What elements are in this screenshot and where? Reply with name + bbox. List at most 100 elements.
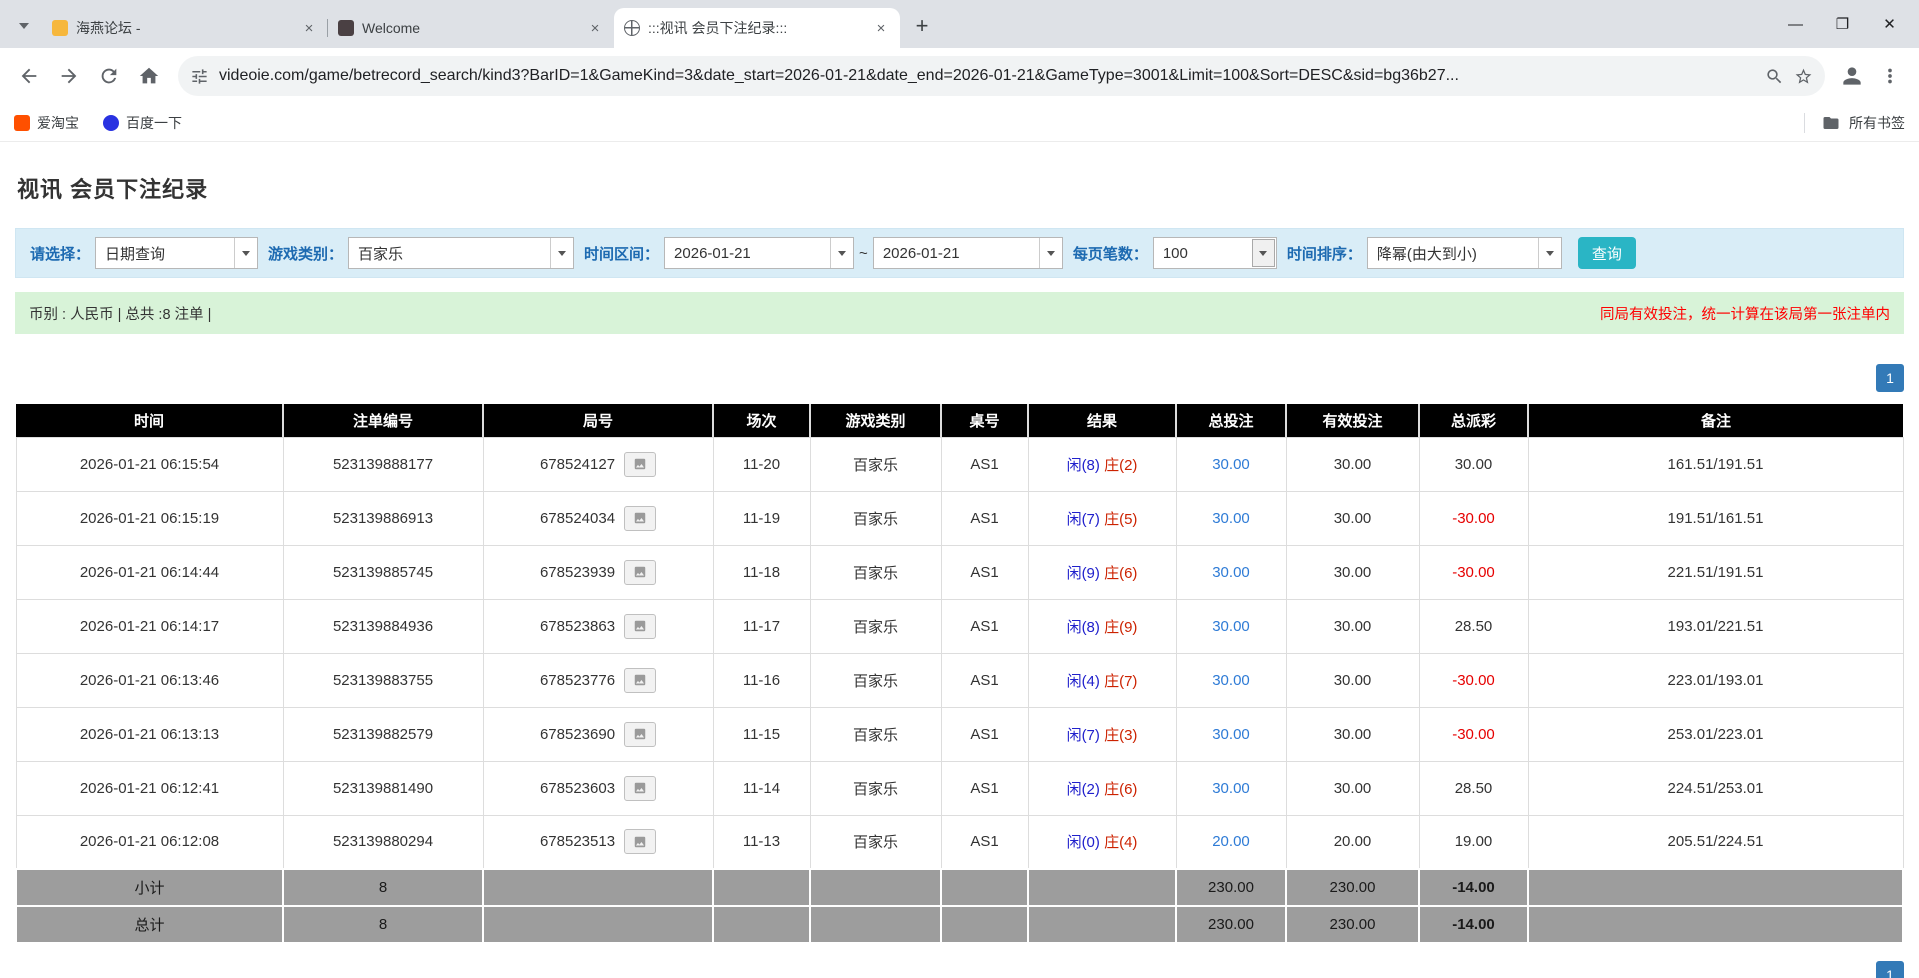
round-result-image-button[interactable] (624, 560, 656, 585)
chevron-down-icon[interactable] (830, 238, 853, 268)
chevron-down-icon[interactable] (1252, 239, 1275, 267)
bet-row: 2026-01-21 06:13:13523139882579678523690… (16, 707, 1903, 761)
tab-close-icon[interactable]: × (586, 19, 604, 37)
footer-empty (941, 906, 1028, 943)
cell-valid-bet: 30.00 (1286, 599, 1419, 653)
game-type-select[interactable]: 百家乐 (348, 237, 574, 269)
cell-time: 2026-01-21 06:12:08 (16, 815, 283, 869)
address-bar[interactable]: videoie.com/game/betrecord_search/kind3?… (178, 56, 1825, 96)
cell-time: 2026-01-21 06:14:44 (16, 545, 283, 599)
all-bookmarks-button[interactable]: 所有书签 (1804, 113, 1905, 133)
bet-row: 2026-01-21 06:15:19523139886913678524034… (16, 491, 1903, 545)
cell-table-no: AS1 (941, 653, 1028, 707)
tab-search-button[interactable] (10, 12, 38, 40)
close-button[interactable]: ✕ (1866, 0, 1913, 48)
mode-select[interactable]: 日期查询 (95, 237, 258, 269)
forward-arrow-icon (58, 65, 80, 87)
browser-tab[interactable]: Welcome× (328, 8, 614, 48)
maximize-button[interactable]: ❐ (1819, 0, 1866, 48)
forward-button[interactable] (50, 57, 88, 95)
new-tab-button[interactable]: + (908, 12, 936, 40)
total-row: 总计8230.00230.00-14.00 (16, 906, 1903, 943)
cell-total-bet: 30.00 (1176, 707, 1286, 761)
menu-button[interactable] (1871, 57, 1909, 95)
round-result-image-button[interactable] (624, 829, 656, 854)
page-number-button[interactable]: 1 (1876, 961, 1904, 978)
profile-button[interactable] (1835, 59, 1869, 93)
chevron-down-icon[interactable] (550, 238, 573, 268)
search-button[interactable]: 查询 (1578, 237, 1636, 269)
cell-round: 678523690 (483, 707, 713, 761)
footer-empty (1528, 869, 1903, 906)
chevron-down-icon[interactable] (1538, 238, 1561, 268)
round-result-image-button[interactable] (624, 614, 656, 639)
round-result-image-button[interactable] (624, 668, 656, 693)
baidu-icon (103, 115, 119, 131)
chevron-down-icon[interactable] (1039, 238, 1062, 268)
per-page-select[interactable]: 100 (1153, 237, 1277, 269)
result-player: 闲(8) (1067, 619, 1100, 636)
image-icon (632, 565, 648, 579)
zoom-icon[interactable] (1765, 67, 1784, 86)
round-result-image-button[interactable] (624, 776, 656, 801)
column-header: 场次 (713, 404, 810, 437)
footer-empty (941, 869, 1028, 906)
total-row: 小计8230.00230.00-14.00 (16, 869, 1903, 906)
refresh-icon (98, 65, 120, 87)
cell-payout: 28.50 (1419, 761, 1528, 815)
sort-order-select[interactable]: 降幂(由大到小) (1367, 237, 1562, 269)
cell-table-no: AS1 (941, 707, 1028, 761)
date-start-picker[interactable]: 2026-01-21 (664, 237, 854, 269)
bookmark-aitaobao[interactable]: 爱淘宝 (14, 113, 79, 133)
column-header: 游戏类别 (810, 404, 941, 437)
image-icon (632, 727, 648, 741)
cell-game-type: 百家乐 (810, 707, 941, 761)
bookmark-label: 爱淘宝 (37, 113, 79, 133)
cell-note: 223.01/193.01 (1528, 653, 1903, 707)
cell-valid-bet: 30.00 (1286, 491, 1419, 545)
cell-time: 2026-01-21 06:14:17 (16, 599, 283, 653)
round-result-image-button[interactable] (624, 722, 656, 747)
round-number: 678523513 (540, 833, 615, 850)
cell-result: 闲(8) 庄(2) (1028, 437, 1176, 491)
footer-valid-bet: 230.00 (1286, 869, 1419, 906)
bookmark-baidu[interactable]: 百度一下 (103, 113, 182, 133)
browser-tab[interactable]: :::视讯 会员下注纪录:::× (614, 8, 900, 48)
back-button[interactable] (10, 57, 48, 95)
tab-close-icon[interactable]: × (300, 19, 318, 37)
cell-table-no: AS1 (941, 761, 1028, 815)
date-end-picker[interactable]: 2026-01-21 (873, 237, 1063, 269)
tab-close-icon[interactable]: × (872, 19, 890, 37)
browser-tab[interactable]: 海燕论坛 -× (42, 8, 328, 48)
round-result-image-button[interactable] (624, 506, 656, 531)
footer-payout: -14.00 (1419, 906, 1528, 943)
chevron-down-icon[interactable] (234, 238, 257, 268)
cell-note: 224.51/253.01 (1528, 761, 1903, 815)
summary-bar: 币别 : 人民币 | 总共 :8 注单 | 同局有效投注，统一计算在该局第一张注… (15, 292, 1904, 334)
game-type-label: 游戏类别： (268, 243, 343, 264)
footer-label: 总计 (16, 906, 283, 943)
home-button[interactable] (130, 57, 168, 95)
cell-bet-id: 523139883755 (283, 653, 483, 707)
cell-valid-bet: 30.00 (1286, 653, 1419, 707)
cell-bet-id: 523139885745 (283, 545, 483, 599)
cell-table-no: AS1 (941, 491, 1028, 545)
cell-bet-id: 523139880294 (283, 815, 483, 869)
column-header: 备注 (1528, 404, 1903, 437)
cell-payout: -30.00 (1419, 545, 1528, 599)
browser-window: 海燕论坛 -×Welcome×:::视讯 会员下注纪录:::× + — ❐ ✕ … (0, 0, 1919, 142)
minimize-button[interactable]: — (1772, 0, 1819, 48)
column-header: 注单编号 (283, 404, 483, 437)
site-settings-icon[interactable] (190, 67, 209, 86)
url-text[interactable]: videoie.com/game/betrecord_search/kind3?… (219, 67, 1755, 85)
page-number-button[interactable]: 1 (1876, 364, 1904, 392)
round-result-image-button[interactable] (624, 452, 656, 477)
cell-session: 11-18 (713, 545, 810, 599)
refresh-button[interactable] (90, 57, 128, 95)
bookmark-star-icon[interactable] (1794, 67, 1813, 86)
cell-total-bet: 30.00 (1176, 761, 1286, 815)
column-header: 结果 (1028, 404, 1176, 437)
cell-time: 2026-01-21 06:15:19 (16, 491, 283, 545)
pagination-top: 1 (15, 364, 1904, 392)
round-number: 678524127 (540, 456, 615, 473)
